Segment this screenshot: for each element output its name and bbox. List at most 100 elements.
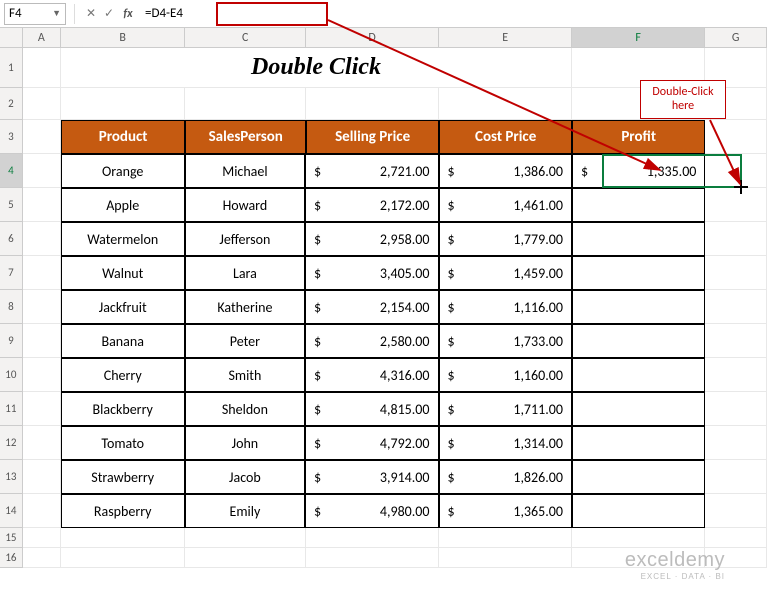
cell-product[interactable]: Tomato: [61, 426, 185, 460]
cell-selling-price[interactable]: $4,815.00: [305, 392, 438, 426]
cell-product[interactable]: Walnut: [61, 256, 185, 290]
cell-A3[interactable]: [23, 120, 61, 154]
col-header-G[interactable]: G: [705, 28, 767, 47]
cell-product[interactable]: Blackberry: [61, 392, 185, 426]
cell-cost-price[interactable]: $1,386.00: [439, 154, 572, 188]
cell-B15[interactable]: [61, 528, 185, 548]
cell-profit[interactable]: [572, 426, 705, 460]
cell-profit[interactable]: [572, 494, 705, 528]
cell-product[interactable]: Cherry: [61, 358, 185, 392]
row-head-6[interactable]: 6: [0, 222, 23, 256]
row-head-10[interactable]: 10: [0, 358, 23, 392]
cell-cost-price[interactable]: $1,459.00: [439, 256, 572, 290]
cell-A14[interactable]: [23, 494, 61, 528]
cell-D16[interactable]: [306, 548, 439, 568]
cell-profit[interactable]: [572, 256, 705, 290]
row-head-7[interactable]: 7: [0, 256, 23, 290]
row-head-11[interactable]: 11: [0, 392, 23, 426]
cell-selling-price[interactable]: $2,154.00: [305, 290, 438, 324]
col-header-B[interactable]: B: [61, 28, 185, 47]
title-cell[interactable]: Double Click: [61, 48, 572, 88]
cell-product[interactable]: Orange: [61, 154, 185, 188]
cell-A10[interactable]: [23, 358, 61, 392]
col-header-E[interactable]: E: [439, 28, 572, 47]
row-head-9[interactable]: 9: [0, 324, 23, 358]
cell-E2[interactable]: [439, 88, 572, 120]
cell-selling-price[interactable]: $4,792.00: [305, 426, 438, 460]
header-selling-price[interactable]: Selling Price: [306, 120, 439, 154]
cell-cost-price[interactable]: $1,365.00: [439, 494, 572, 528]
cell-C15[interactable]: [185, 528, 306, 548]
row-head-13[interactable]: 13: [0, 460, 23, 494]
cell-selling-price[interactable]: $2,958.00: [305, 222, 438, 256]
col-header-F[interactable]: F: [572, 28, 705, 47]
cell-cost-price[interactable]: $1,733.00: [439, 324, 572, 358]
cell-A1[interactable]: [23, 48, 61, 88]
formula-input[interactable]: =D4-E4: [139, 6, 767, 21]
cell-A6[interactable]: [23, 222, 61, 256]
cell-C16[interactable]: [185, 548, 306, 568]
row-head-1[interactable]: 1: [0, 48, 23, 88]
row-head-2[interactable]: 2: [0, 88, 23, 120]
cell-selling-price[interactable]: $2,580.00: [305, 324, 438, 358]
cell-profit[interactable]: [572, 222, 705, 256]
cell-profit[interactable]: [572, 188, 705, 222]
cell-A4[interactable]: [23, 154, 61, 188]
cell-selling-price[interactable]: $4,980.00: [305, 494, 438, 528]
cell-A2[interactable]: [23, 88, 61, 120]
cell-product[interactable]: Apple: [61, 188, 185, 222]
row-head-15[interactable]: 15: [0, 528, 23, 548]
row-head-5[interactable]: 5: [0, 188, 23, 222]
row-head-8[interactable]: 8: [0, 290, 23, 324]
cell-G3[interactable]: [705, 120, 767, 154]
col-header-C[interactable]: C: [185, 28, 306, 47]
cell-cost-price[interactable]: $1,711.00: [439, 392, 572, 426]
cell-E16[interactable]: [439, 548, 572, 568]
header-salesperson[interactable]: SalesPerson: [185, 120, 306, 154]
cell-A13[interactable]: [23, 460, 61, 494]
cell-G12[interactable]: [705, 426, 767, 460]
cell-product[interactable]: Watermelon: [61, 222, 185, 256]
cell-G10[interactable]: [705, 358, 767, 392]
row-head-3[interactable]: 3: [0, 120, 23, 154]
cell-G15[interactable]: [705, 528, 767, 548]
cell-profit[interactable]: [572, 392, 705, 426]
cell-cost-price[interactable]: $1,826.00: [439, 460, 572, 494]
cell-profit[interactable]: $1,335.00: [572, 154, 705, 188]
cell-selling-price[interactable]: $2,721.00: [305, 154, 438, 188]
cell-G7[interactable]: [705, 256, 767, 290]
cell-selling-price[interactable]: $2,172.00: [305, 188, 438, 222]
cell-G13[interactable]: [705, 460, 767, 494]
confirm-icon[interactable]: ✓: [101, 6, 117, 21]
cell-E15[interactable]: [439, 528, 572, 548]
select-all-corner[interactable]: [0, 28, 23, 47]
cell-cost-price[interactable]: $1,779.00: [439, 222, 572, 256]
cell-G5[interactable]: [705, 188, 767, 222]
cell-salesperson[interactable]: Michael: [185, 154, 305, 188]
cell-C2[interactable]: [185, 88, 306, 120]
cell-salesperson[interactable]: Emily: [185, 494, 305, 528]
cell-A11[interactable]: [23, 392, 61, 426]
cell-salesperson[interactable]: Katherine: [185, 290, 305, 324]
cell-A8[interactable]: [23, 290, 61, 324]
cell-salesperson[interactable]: Lara: [185, 256, 305, 290]
header-cost-price[interactable]: Cost Price: [439, 120, 572, 154]
cell-G4[interactable]: [705, 154, 767, 188]
chevron-down-icon[interactable]: ▼: [52, 8, 61, 19]
cell-A12[interactable]: [23, 426, 61, 460]
cell-F15[interactable]: [572, 528, 705, 548]
cell-salesperson[interactable]: Sheldon: [185, 392, 305, 426]
row-head-4[interactable]: 4: [0, 154, 23, 188]
cell-profit[interactable]: [572, 290, 705, 324]
cell-G6[interactable]: [705, 222, 767, 256]
col-header-D[interactable]: D: [306, 28, 439, 47]
fx-icon[interactable]: fx: [119, 7, 137, 21]
cell-D2[interactable]: [306, 88, 439, 120]
row-head-12[interactable]: 12: [0, 426, 23, 460]
cell-G14[interactable]: [705, 494, 767, 528]
col-header-A[interactable]: A: [23, 28, 61, 47]
cell-profit[interactable]: [572, 460, 705, 494]
cell-D15[interactable]: [306, 528, 439, 548]
cell-selling-price[interactable]: $3,914.00: [305, 460, 438, 494]
cell-A7[interactable]: [23, 256, 61, 290]
